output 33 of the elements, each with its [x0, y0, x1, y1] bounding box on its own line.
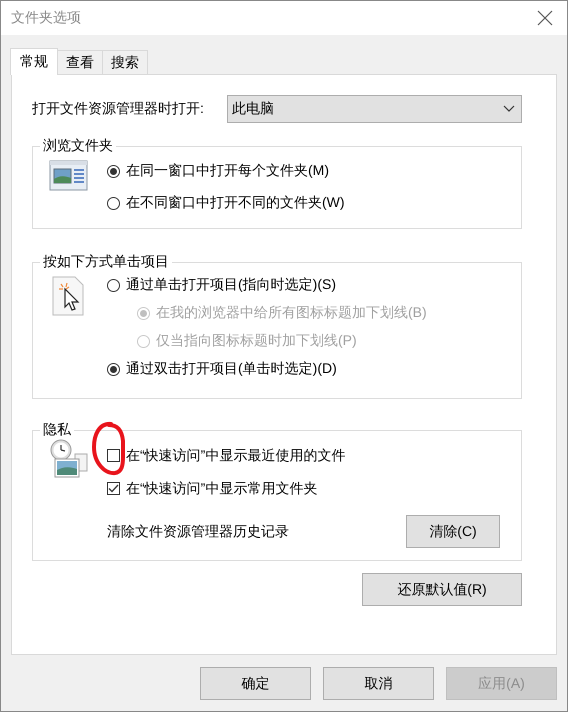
close-icon[interactable] — [537, 10, 553, 26]
group-title: 按如下方式单击项目 — [42, 253, 170, 271]
checkbox[interactable] — [107, 449, 120, 462]
radio-button[interactable] — [107, 278, 120, 292]
clock-picture-icon — [49, 439, 89, 479]
checkbox-label: 在“快速访问”中显示最近使用的文件 — [126, 446, 346, 464]
caret-icon — [503, 105, 515, 113]
radio-button[interactable] — [107, 164, 120, 178]
option-label: 通过单击打开项目(指向时选定)(S) — [126, 276, 336, 294]
clear-history-label: 清除文件资源管理器历史记录 — [107, 522, 289, 540]
checkbox[interactable] — [107, 482, 120, 495]
option-label: 通过双击打开项目(单击时选定)(D) — [126, 360, 337, 378]
radio-button[interactable] — [107, 362, 120, 376]
dialog-button[interactable]: 取消 — [323, 667, 434, 700]
window-icon — [49, 159, 89, 193]
restore-defaults-button[interactable]: 还原默认值(R) — [362, 573, 522, 606]
clear-button[interactable]: 清除(C) — [406, 515, 500, 548]
option-label: 在我的浏览器中给所有图标标题加下划线(B) — [156, 304, 427, 322]
tab[interactable]: 常规 — [10, 48, 58, 75]
group-title: 隐私 — [42, 421, 72, 439]
checkbox-label: 在“快速访问”中显示常用文件夹 — [126, 480, 318, 498]
tab[interactable]: 搜索 — [102, 50, 148, 74]
option-label: 仅当指向图标标题时加下划线(P) — [156, 332, 357, 350]
window-title: 文件夹选项 — [11, 9, 81, 27]
open-in-dropdown[interactable]: 此电脑 — [227, 95, 522, 123]
open-in-label: 打开文件资源管理器时打开: — [32, 100, 205, 118]
circle-annotation — [91, 421, 127, 477]
option-label: 在同一窗口中打开每个文件夹(M) — [126, 162, 329, 180]
group-title: 浏览文件夹 — [42, 137, 114, 155]
checkmark-icon — [108, 484, 119, 493]
dialog-button[interactable]: 确定 — [200, 667, 311, 700]
option-label: 在不同窗口中打开不同的文件夹(W) — [126, 194, 345, 212]
radio-button[interactable] — [107, 196, 120, 210]
